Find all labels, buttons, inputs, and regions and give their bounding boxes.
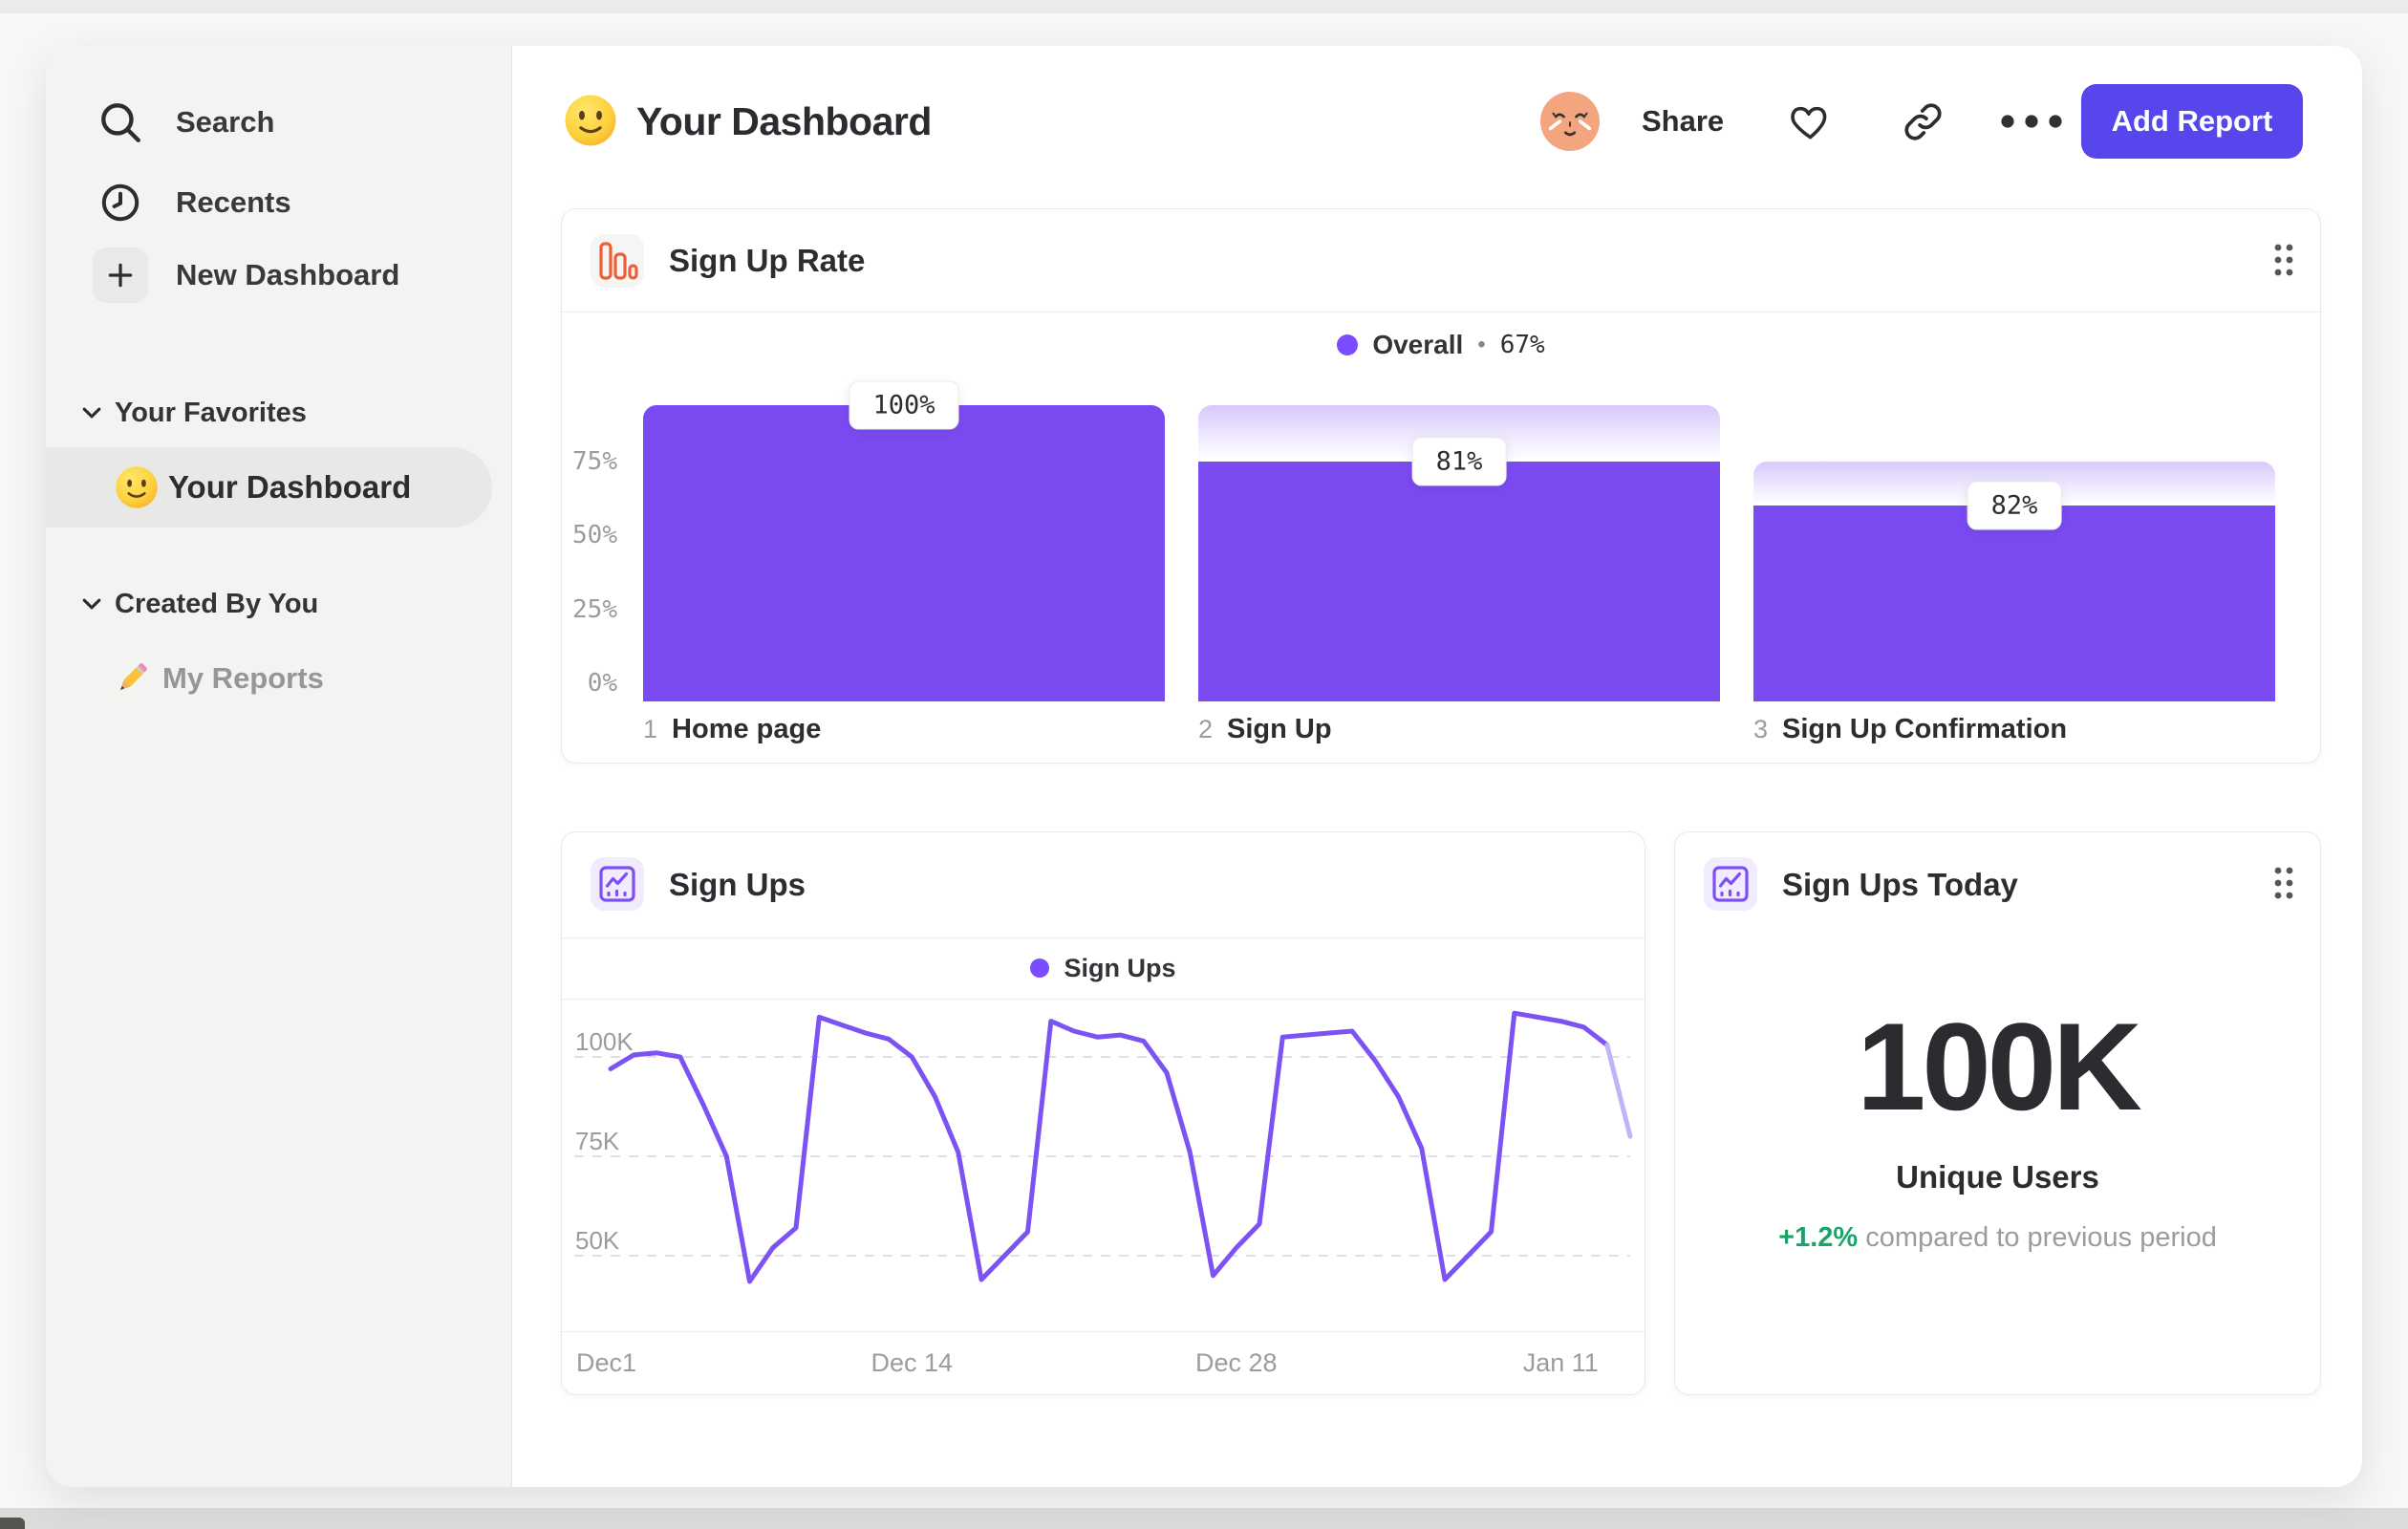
funnel-y-tick: 0%	[587, 669, 617, 698]
kpi-delta-row: +1.2% compared to previous period	[1675, 1222, 2320, 1254]
legend-dot	[1030, 958, 1050, 978]
line-x-tick: Dec 14	[871, 1348, 954, 1377]
funnel-conversion-tooltip: 100%	[849, 380, 959, 430]
clock-icon	[96, 178, 145, 227]
sidebar-item-label: Recents	[176, 185, 291, 219]
card-header: Sign Ups Today	[1675, 832, 2320, 937]
plus-icon	[93, 248, 148, 303]
sidebar-item-label: My Reports	[162, 661, 324, 695]
signups-line-series	[1604, 1043, 1633, 1139]
smiley-emoji-icon	[115, 465, 159, 509]
card-title: Sign Ups Today	[1782, 867, 2018, 902]
link-icon[interactable]	[1902, 100, 1945, 143]
kpi-metric-label: Unique Users	[1896, 1159, 2099, 1195]
sidebar-item-search[interactable]: Search	[46, 96, 511, 149]
line-legend[interactable]: Sign Ups	[562, 937, 1645, 1000]
legend-name: Sign Ups	[1064, 953, 1176, 982]
signups-card: Sign Ups Sign Ups 100K 75K 50K Dec1 Dec 14 D…	[561, 831, 1645, 1395]
funnel-bar	[643, 405, 1165, 701]
page-title: Your Dashboard	[636, 98, 932, 143]
kpi-value: 100K	[1857, 997, 2142, 1136]
screen: Search Recents New Dashboard Your Favori…	[0, 0, 2408, 1529]
sidebar-section-label: Your Favorites	[115, 397, 307, 428]
funnel-conversion-tooltip: 81%	[1411, 437, 1507, 486]
line-x-tick: Jan 11	[1522, 1348, 1599, 1377]
sidebar-item-my-reports[interactable]: My Reports	[46, 654, 511, 703]
avatar[interactable]	[1540, 92, 1600, 151]
background-corner-notch	[0, 1518, 25, 1529]
funnel-step-label: 2 Sign Up	[1198, 714, 1332, 744]
sidebar-section-your-favorites[interactable]: Your Favorites	[46, 392, 511, 434]
line-y-tick: 100K	[575, 1027, 634, 1056]
line-chart-svg	[574, 1010, 1633, 1284]
background-bottom-strip	[0, 1508, 2408, 1529]
dashboard-title-emoji-icon	[564, 94, 617, 147]
signups-today-card: Sign Ups Today 100K Unique Users +1.2% c…	[1674, 831, 2321, 1395]
sidebar-item-label: New Dashboard	[176, 258, 400, 291]
card-title: Sign Ups	[669, 867, 806, 902]
line-chart-icon	[591, 857, 644, 911]
sidebar-item-new-dashboard[interactable]: New Dashboard	[46, 247, 511, 304]
pencil-emoji-icon	[111, 657, 153, 700]
app-window: Search Recents New Dashboard Your Favori…	[46, 46, 2362, 1487]
line-chart-icon	[1704, 857, 1757, 911]
signup-rate-card: Sign Up Rate Overall • 67% 100% 1 Home pag…	[561, 208, 2321, 764]
sidebar-item-label: Search	[176, 105, 275, 139]
funnel-plot: 100% 1 Home page 81% 2 Sign Up 82% 3 Sign Up Con…	[562, 209, 2320, 763]
funnel-step-label: 1 Home page	[643, 714, 822, 744]
search-icon	[96, 97, 145, 147]
chevron-down-icon	[80, 592, 103, 615]
kpi-delta-note: compared to previous period	[1865, 1222, 2217, 1253]
sidebar-section-created-by-you[interactable]: Created By You	[46, 583, 511, 625]
line-x-tick: Dec 28	[1194, 1348, 1278, 1377]
sidebar-section-label: Created By You	[115, 588, 319, 619]
line-x-tick: Dec1	[576, 1348, 637, 1377]
share-button[interactable]: Share	[1642, 94, 1724, 149]
drag-handle-icon[interactable]	[2272, 865, 2295, 901]
funnel-bar	[1753, 506, 2275, 701]
funnel-y-tick: 25%	[572, 594, 617, 624]
sidebar: Search Recents New Dashboard Your Favori…	[46, 46, 512, 1487]
kpi-delta-value: +1.2%	[1778, 1222, 1859, 1253]
signups-line-series	[608, 1010, 1610, 1284]
funnel-step-label: 3 Sign Up Confirmation	[1753, 714, 2068, 744]
funnel-y-tick: 50%	[572, 521, 617, 549]
chevron-down-icon	[80, 401, 103, 424]
add-report-button[interactable]: Add Report	[2081, 84, 2303, 159]
heart-icon[interactable]	[1789, 100, 1832, 143]
x-axis-line	[562, 1331, 1645, 1332]
sidebar-item-recents[interactable]: Recents	[46, 178, 511, 227]
card-header: Sign Ups	[562, 832, 1645, 938]
funnel-bar	[1198, 461, 1720, 701]
more-options-icon[interactable]	[1997, 111, 2066, 132]
background-top-strip	[0, 0, 2408, 13]
sidebar-item-your-dashboard[interactable]: Your Dashboard	[46, 447, 492, 528]
funnel-conversion-tooltip: 82%	[1967, 481, 2062, 530]
sidebar-item-label: Your Dashboard	[168, 469, 412, 505]
funnel-y-tick: 75%	[572, 446, 617, 476]
line-y-tick: 75K	[575, 1127, 620, 1155]
line-y-tick: 50K	[575, 1226, 620, 1255]
